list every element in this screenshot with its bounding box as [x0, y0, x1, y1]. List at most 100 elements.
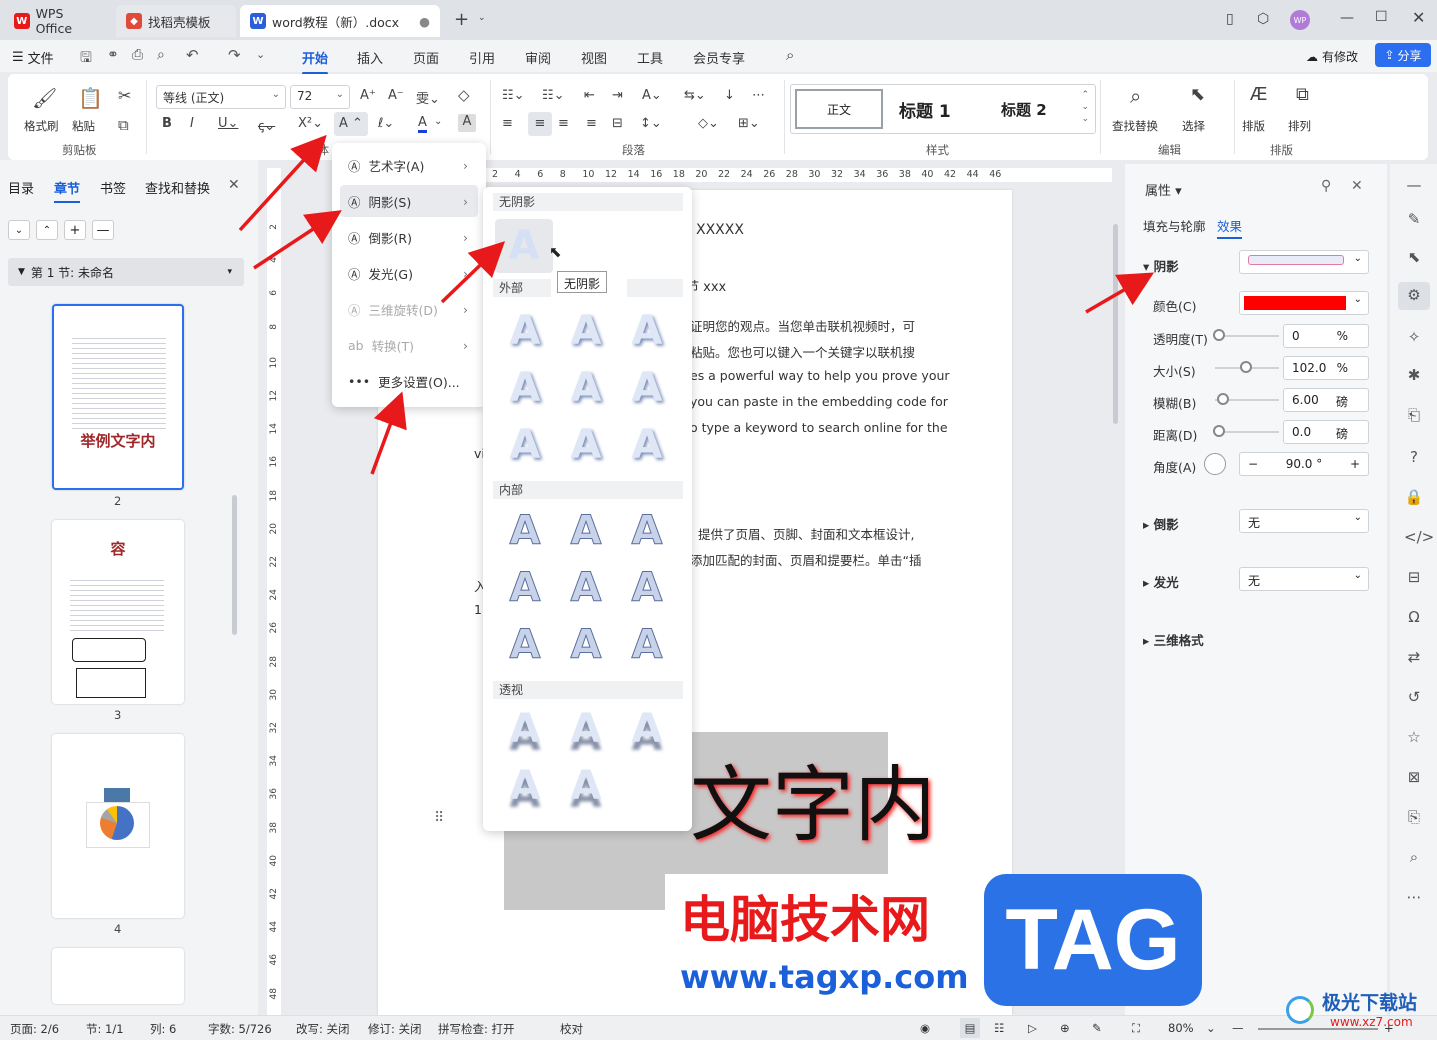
translate-icon[interactable]: ⇄ — [1404, 648, 1424, 666]
chevron-down-icon[interactable]: ⌄ — [8, 220, 30, 240]
properties-icon[interactable]: ⚙ — [1398, 282, 1430, 310]
layout-icon[interactable]: Æ — [1250, 84, 1268, 105]
no-shadow-option[interactable]: A — [495, 219, 553, 273]
font-name-select[interactable]: 等线 (正文) ⌄ — [156, 85, 286, 109]
blur-input[interactable]: 6.00 磅 — [1283, 388, 1369, 412]
layout-button[interactable]: 排版 — [1242, 118, 1265, 134]
style-scroll-icon[interactable]: ⌃ ⌄ ⌄ — [1081, 89, 1089, 125]
align-right-icon[interactable]: ≡ — [558, 116, 569, 131]
italic-icon[interactable]: I — [190, 116, 194, 131]
chevron-down-icon[interactable]: ⌄ — [1206, 1021, 1216, 1035]
shadow-preset-option[interactable]: A — [503, 423, 547, 467]
menu-item-reflection[interactable]: Ⓐ 倒影(R) › — [340, 221, 478, 253]
page-thumbnail-5[interactable] — [52, 948, 184, 1004]
cursor-icon[interactable]: ⬉ — [1404, 248, 1424, 266]
shadow-preset-option[interactable]: A — [564, 509, 608, 554]
redo-icon[interactable]: ↷ — [228, 46, 241, 64]
shadow-preset-option[interactable]: A — [625, 707, 669, 751]
undo-icon[interactable]: ↶ — [186, 46, 199, 64]
maximize-icon[interactable]: ☐ — [1375, 9, 1388, 25]
line-spacing-icon[interactable]: ↕⌄ — [640, 116, 662, 131]
tab-wps-office[interactable]: W WPS Office — [4, 5, 112, 37]
shadow-preset-option[interactable]: A — [564, 423, 608, 467]
find-replace-button[interactable]: 查找替换 — [1112, 118, 1158, 134]
format-painter-button[interactable]: 格式刷 — [24, 118, 59, 134]
shadow-color-select[interactable]: ⌄ — [1239, 291, 1369, 315]
doc-scrollbar[interactable] — [1112, 184, 1120, 444]
menu-item-shadow[interactable]: Ⓐ 阴影(S) › — [340, 185, 478, 217]
page-thumbnail-2[interactable]: 举例文字内 — [52, 304, 184, 490]
slider-knob[interactable] — [1217, 393, 1229, 405]
sort-icon[interactable]: ⇆⌄ — [684, 88, 706, 103]
tab-template[interactable]: ◆ 找稻壳模板 — [116, 5, 236, 37]
shadow-preset-select[interactable]: ⌄ — [1239, 250, 1369, 274]
distance-input[interactable]: 0.0 磅 — [1283, 420, 1369, 444]
minimize-icon[interactable]: — — [1340, 10, 1354, 26]
close-icon[interactable]: ✕ — [1351, 178, 1363, 194]
transparency-input[interactable]: 0% — [1283, 324, 1369, 348]
doc-search-icon[interactable]: ⌕ — [1404, 848, 1424, 866]
select-cursor-icon[interactable]: ⬉ — [1190, 84, 1205, 105]
arrange-button[interactable]: 排列 — [1288, 118, 1311, 134]
font-grow-icon[interactable]: A⁺ — [360, 88, 376, 103]
more-chevron-icon[interactable]: ⌄ — [256, 48, 265, 61]
zoom-level[interactable]: 80% — [1168, 1021, 1194, 1035]
outline-view-icon[interactable]: ☷ — [994, 1021, 1004, 1035]
tab-document[interactable]: W word教程（新）.docx ● — [240, 5, 440, 37]
superscript-icon[interactable]: X²⌄ — [298, 116, 323, 131]
shading-icon[interactable]: ◇⌄ — [698, 116, 719, 131]
font-shrink-icon[interactable]: A⁻ — [388, 88, 404, 103]
decrease-indent-icon[interactable]: ⇤ — [584, 88, 595, 103]
numbered-list-icon[interactable]: ☷⌄ — [542, 88, 565, 103]
help-icon[interactable]: ? — [1404, 448, 1424, 466]
style-normal[interactable]: 正文 — [795, 89, 883, 129]
omega-icon[interactable]: Ω — [1404, 608, 1424, 626]
borders-icon[interactable]: ⊞⌄ — [738, 116, 760, 131]
find-replace-icon[interactable]: ⌕ — [1130, 84, 1141, 108]
justify-icon[interactable]: ≡ — [586, 116, 597, 131]
clear-format-icon[interactable]: ◇ — [458, 86, 470, 104]
tab-toc[interactable]: 目录 — [8, 178, 34, 197]
layout-icon[interactable]: ▯ — [1226, 11, 1234, 27]
tab-list-chevron-icon[interactable]: ⌄ — [478, 13, 486, 23]
tab-find-replace[interactable]: 查找和替换 — [145, 178, 210, 197]
align-left-icon[interactable]: ≡ — [502, 116, 513, 131]
shadow-section-toggle[interactable]: ▾ 阴影 — [1143, 256, 1179, 275]
image-icon[interactable]: ⊠ — [1404, 768, 1424, 786]
print-icon[interactable]: ⎙ — [132, 47, 143, 63]
shadow-preset-option[interactable]: A — [625, 366, 669, 410]
slider-knob[interactable] — [1240, 361, 1252, 373]
add-section-icon[interactable]: + — [64, 220, 86, 240]
text-direction-icon[interactable]: A⌄ — [642, 88, 662, 103]
shadow-preset-option[interactable]: A — [503, 764, 547, 808]
shadow-preset-option[interactable]: A — [564, 566, 608, 611]
shadow-preset-option[interactable]: A — [564, 309, 608, 353]
avatar[interactable]: WP — [1290, 10, 1310, 30]
sort-az-icon[interactable]: ↓ — [724, 88, 735, 103]
unsaved-dot-icon[interactable]: ● — [419, 14, 430, 29]
shadow-preset-option[interactable]: A — [503, 707, 547, 751]
eye-icon[interactable]: ◉ — [920, 1021, 930, 1035]
shadow-preset-option[interactable]: A — [564, 623, 608, 668]
web-view-icon[interactable]: ⊕ — [1060, 1021, 1070, 1035]
paste-icon[interactable]: 📋 — [78, 86, 103, 110]
text-effect-button[interactable]: A ⌃ — [334, 112, 368, 136]
tab-bookmarks[interactable]: 书签 — [100, 178, 126, 197]
close-icon[interactable]: ✕ — [1412, 8, 1425, 27]
menu-item-3d-rotation[interactable]: Ⓐ 三维旋转(D) › — [340, 293, 478, 325]
lock-icon[interactable]: 🔒 — [1404, 488, 1424, 506]
size-input[interactable]: 102.0% — [1283, 356, 1369, 380]
more-icon[interactable]: ⋯ — [1404, 888, 1424, 906]
folder-star-icon[interactable]: ☆ — [1404, 728, 1424, 746]
glow-select[interactable]: 无 ⌄ — [1239, 567, 1369, 591]
drag-handle-icon[interactable]: ⠿ — [434, 810, 444, 826]
style-heading2[interactable]: 标题 2 — [1001, 99, 1047, 120]
reflection-section-toggle[interactable]: ▸ 倒影 — [1143, 514, 1179, 533]
ai-icon[interactable]: ✧ — [1404, 328, 1424, 346]
status-proof[interactable]: 校对 — [560, 1021, 583, 1037]
status-spellcheck[interactable]: 拼写检查: 打开 — [438, 1021, 515, 1037]
menu-item-more-settings[interactable]: ••• 更多设置(O)... — [340, 365, 478, 397]
status-page[interactable]: 页面: 2/6 — [10, 1021, 59, 1037]
status-words[interactable]: 字数: 5/726 — [208, 1021, 272, 1037]
angle-dial[interactable] — [1204, 453, 1226, 475]
